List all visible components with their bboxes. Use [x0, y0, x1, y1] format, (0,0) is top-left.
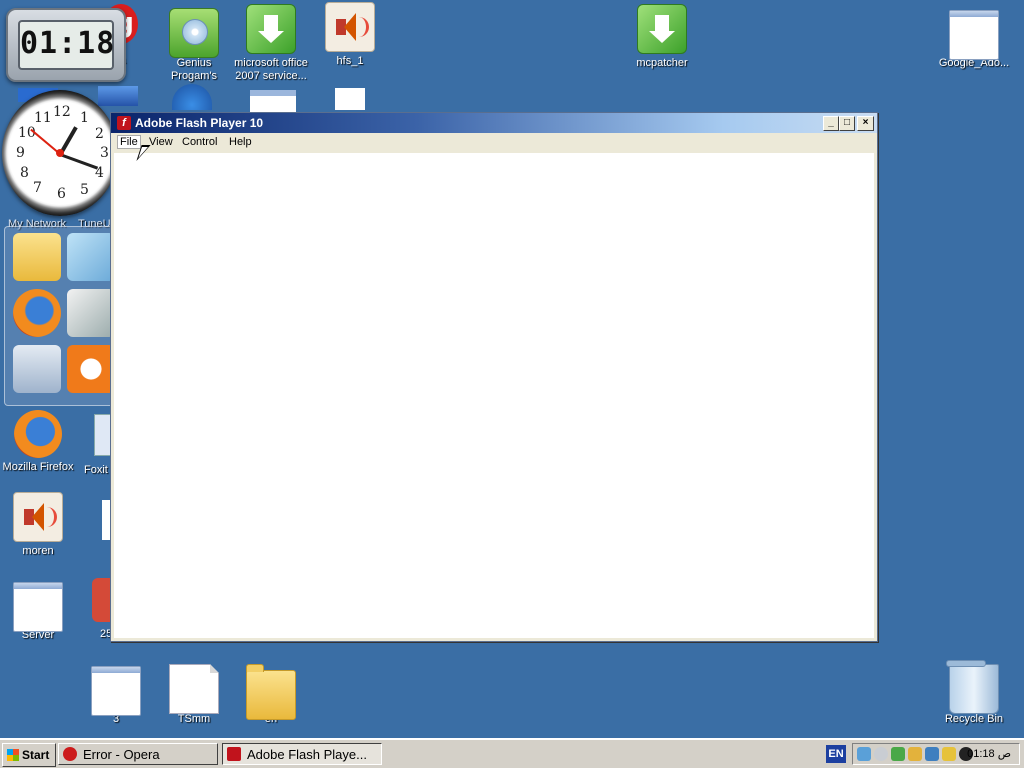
menu-bar: File View Control Help [111, 133, 877, 152]
window-icon [91, 666, 141, 716]
clock-number: 5 [80, 182, 89, 198]
cd-icon [169, 8, 219, 58]
taskbar-item-label: Error - Opera [83, 747, 160, 762]
minute-hand [59, 153, 99, 170]
system-tray: 01:18 ص [852, 743, 1020, 765]
icon-tsmm[interactable]: TSmm [156, 660, 232, 726]
keys-icon[interactable] [908, 747, 922, 761]
taskbar-item-opera[interactable]: Error - Opera [58, 743, 218, 765]
window-icon [13, 582, 63, 632]
install-package-icon [246, 4, 296, 54]
clock-number: 3 [100, 145, 109, 161]
flash-player-window[interactable]: f Adobe Flash Player 10 _ □ × File View … [110, 112, 878, 642]
network-icon[interactable] [857, 747, 871, 761]
icon-recycle-bin[interactable]: Recycle Bin [936, 660, 1012, 726]
media-player-icon[interactable] [67, 345, 115, 393]
minimize-button[interactable]: _ [823, 116, 839, 131]
start-label: Start [22, 748, 50, 762]
clock-number: 2 [95, 126, 104, 142]
icon-label: Recycle Bin [944, 713, 1004, 725]
paint-icon[interactable] [67, 289, 115, 337]
start-button[interactable]: Start [2, 743, 56, 767]
opera-icon [63, 747, 77, 761]
digital-clock-time: 01:18 [18, 20, 114, 70]
close-button[interactable]: × [857, 116, 874, 131]
maximize-button[interactable]: □ [839, 116, 855, 131]
update-icon[interactable] [942, 747, 956, 761]
icon-mozilla-firefox[interactable]: Mozilla Firefox [0, 410, 76, 474]
icon-genius-progams[interactable]: Genius Progam's [156, 4, 232, 83]
security-icon[interactable] [891, 747, 905, 761]
icon-eh[interactable]: eh [233, 660, 309, 726]
flash-icon: f [117, 116, 131, 130]
clock-number: 7 [33, 180, 42, 196]
clock-number: 8 [20, 165, 29, 181]
icon-label: TSmm [177, 713, 211, 725]
calculator-icon[interactable] [13, 345, 61, 393]
icon-label: Genius Progam's [170, 57, 218, 82]
monitor-icon[interactable] [925, 747, 939, 761]
menu-file[interactable]: File [117, 135, 141, 149]
document-icon[interactable] [102, 500, 110, 540]
icon-google-ado[interactable]: Google_Ado... [936, 4, 1012, 70]
taskbar-item-flash-player[interactable]: Adobe Flash Playe... [222, 743, 382, 765]
clock-number: 9 [16, 145, 25, 161]
icon-label: Mozilla Firefox [2, 461, 74, 473]
google-icon[interactable] [92, 578, 110, 622]
analog-clock-gadget[interactable]: 12 1 2 3 4 5 6 7 8 9 10 11 [2, 90, 118, 216]
language-indicator[interactable]: EN [826, 745, 846, 763]
folder-icon [246, 664, 296, 720]
tray-clock: 01:18 ص [967, 748, 1011, 760]
icon-hfs-1[interactable]: hfs_1 [312, 2, 388, 68]
flash-icon [227, 747, 241, 761]
settings-icon[interactable] [874, 747, 888, 761]
clock-number: 12 [53, 104, 71, 120]
clock-hub [56, 149, 64, 157]
firefox-icon [14, 410, 62, 458]
icon-label: hfs_1 [336, 55, 364, 67]
clock-number: 11 [34, 110, 52, 126]
icon-mcpatcher[interactable]: mcpatcher [624, 4, 700, 70]
taskbar-item-label: Adobe Flash Playe... [247, 747, 367, 762]
icon-microsoft-office-2007[interactable]: microsoft office 2007 service... [233, 4, 309, 83]
window-icon [949, 10, 999, 60]
document-icon [335, 88, 365, 110]
icon-3[interactable]: 3 [78, 660, 154, 726]
menu-view[interactable]: View [149, 136, 173, 148]
app-icon [98, 86, 138, 106]
icon-label: microsoft office 2007 service... [234, 57, 308, 82]
globe-icon [172, 84, 212, 110]
digital-clock-gadget[interactable]: 01:18 [6, 8, 126, 82]
clock-number: 1 [80, 110, 89, 126]
install-package-icon [637, 4, 687, 54]
notepad-icon[interactable] [67, 233, 115, 281]
firefox-icon[interactable] [13, 289, 61, 337]
menu-control[interactable]: Control [182, 136, 217, 148]
folder-icon[interactable] [13, 233, 61, 281]
icon-server[interactable]: Server [0, 576, 76, 642]
icon-label: mcpatcher [636, 57, 688, 69]
recycle-bin-icon [946, 660, 999, 714]
speaker-icon [325, 2, 375, 52]
title-bar[interactable]: f Adobe Flash Player 10 _ □ × [111, 113, 877, 133]
launcher-gadget [4, 226, 122, 406]
icon-moren[interactable]: moren [0, 492, 76, 558]
foxit-label: Foxit [84, 464, 108, 476]
flash-content-area[interactable] [114, 153, 874, 638]
clock-number: 6 [57, 186, 66, 202]
speaker-icon [13, 492, 63, 542]
windows-logo-icon [7, 749, 19, 761]
taskbar: Start Error - Opera Adobe Flash Playe...… [0, 738, 1024, 768]
document-icon [169, 664, 219, 714]
icon-label: moren [22, 545, 54, 557]
menu-help[interactable]: Help [229, 136, 252, 148]
window-title: Adobe Flash Player 10 [135, 116, 264, 130]
